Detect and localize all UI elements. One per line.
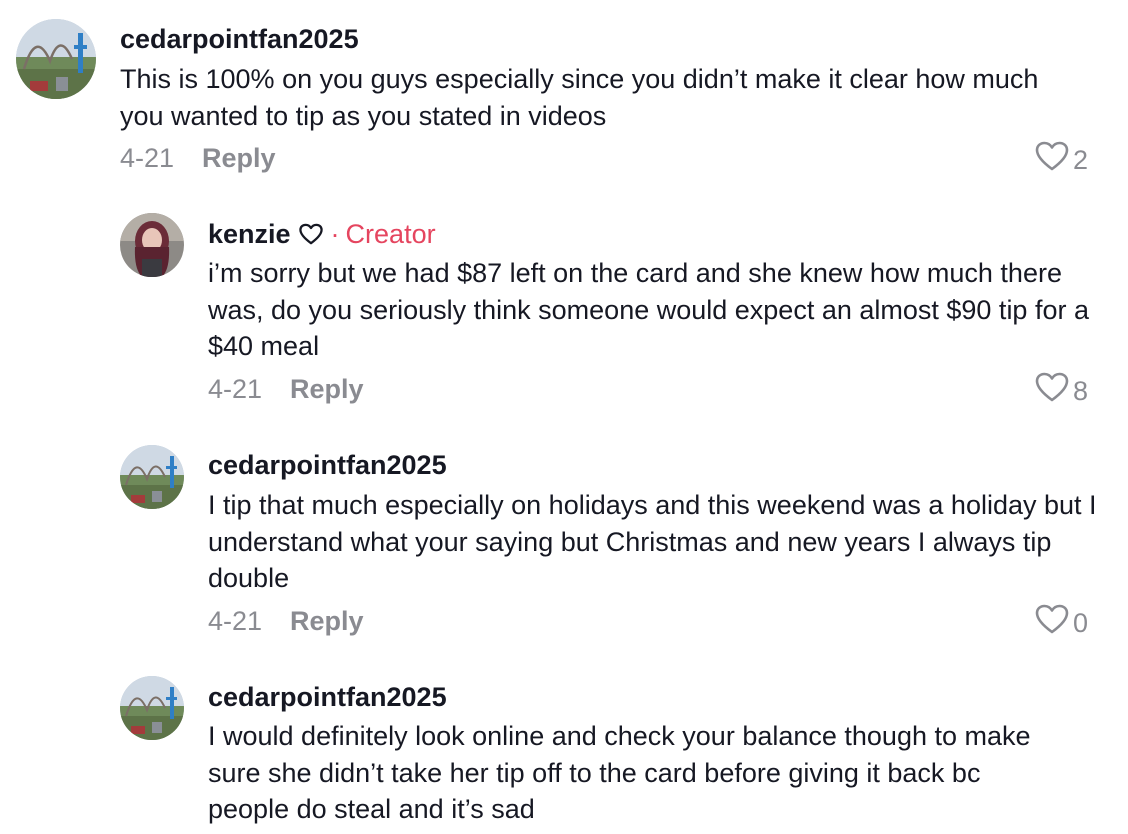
- avatar[interactable]: [120, 676, 184, 740]
- comment-username[interactable]: kenzie · Creator: [208, 217, 436, 253]
- heart-outline-icon[interactable]: [1035, 141, 1069, 179]
- creator-badge: Creator: [345, 219, 436, 249]
- comment-date: 4-21: [208, 606, 263, 636]
- comment-username[interactable]: cedarpointfan2025: [208, 448, 447, 482]
- comment-text: This is 100% on you guys especially sinc…: [120, 64, 1039, 131]
- comment-text: I tip that much especially on holidays a…: [208, 490, 1097, 593]
- username-text[interactable]: cedarpointfan2025: [120, 24, 359, 54]
- comment-text: i’m sorry but we had $87 left on the car…: [208, 258, 1089, 361]
- comment-date: 4-21: [120, 143, 175, 173]
- avatar[interactable]: [120, 213, 184, 277]
- reply-button[interactable]: Reply: [290, 374, 364, 404]
- heart-outline-icon[interactable]: [1035, 372, 1069, 410]
- like-count: 8: [1072, 376, 1088, 406]
- like-button[interactable]: 2: [1035, 141, 1088, 179]
- username-text[interactable]: cedarpointfan2025: [208, 450, 447, 480]
- username-text[interactable]: kenzie: [208, 219, 291, 249]
- separator-dot: ·: [330, 219, 340, 249]
- comment-meta: 4-21 Reply: [120, 141, 276, 175]
- reply-button[interactable]: Reply: [290, 606, 364, 636]
- heart-outline-icon[interactable]: [1035, 604, 1069, 642]
- avatar[interactable]: [120, 445, 184, 509]
- like-button[interactable]: 0: [1035, 604, 1088, 642]
- comment-username[interactable]: cedarpointfan2025: [208, 680, 447, 714]
- like-count: 2: [1072, 145, 1088, 175]
- heart-outline-icon: [298, 219, 323, 253]
- comment-date: 4-21: [208, 374, 263, 404]
- like-button[interactable]: 8: [1035, 372, 1088, 410]
- reply-button[interactable]: Reply: [202, 143, 276, 173]
- avatar[interactable]: [16, 19, 96, 99]
- like-count: 0: [1072, 608, 1088, 638]
- username-text[interactable]: cedarpointfan2025: [208, 682, 447, 712]
- comment-text: I would definitely look online and check…: [208, 721, 1031, 824]
- comment-meta: 4-21 Reply: [208, 604, 364, 638]
- comment-meta: 4-21 Reply: [208, 372, 364, 406]
- comment-username[interactable]: cedarpointfan2025: [120, 22, 359, 56]
